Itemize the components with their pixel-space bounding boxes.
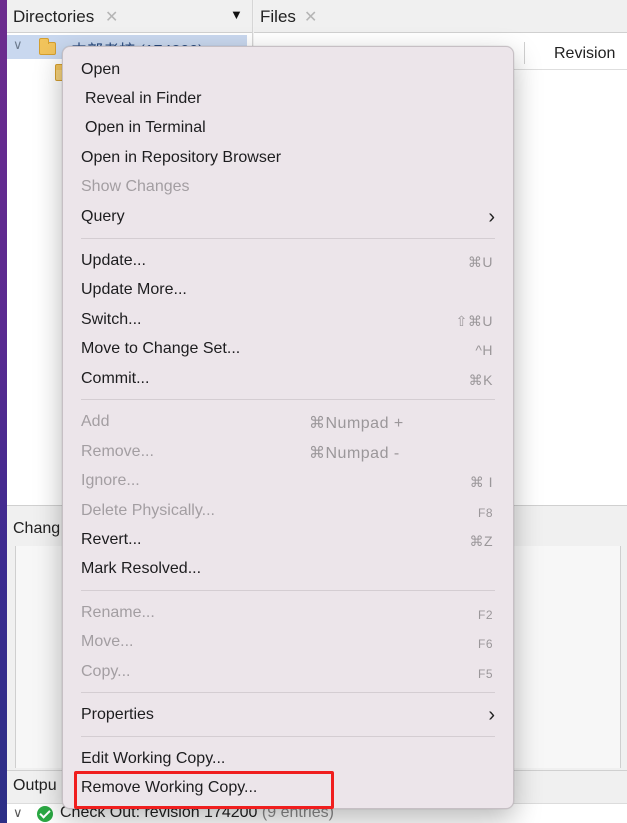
menu-item-label: Add [81, 413, 110, 430]
close-files-tab-icon[interactable]: ✕ [304, 7, 317, 27]
shortcut-label: ⌘U [467, 254, 493, 270]
menu-item-move: Move... F6 [63, 629, 513, 657]
shortcut-label: ⌘Numpad - [309, 445, 400, 462]
shortcut-label: F8 [477, 506, 493, 520]
menu-item-rename: Rename... F2 [63, 600, 513, 628]
menu-item-mark-resolved[interactable]: Mark Resolved... [63, 556, 513, 584]
menu-item-open-in-repository-browser[interactable]: Open in Repository Browser [63, 145, 513, 173]
menu-item-copy: Copy... F5 [63, 659, 513, 687]
shortcut-label: ⌘Numpad + [309, 415, 404, 432]
menu-item-switch[interactable]: Switch... ⇧⌘U [63, 307, 513, 335]
highlight-annotation-box [74, 771, 334, 809]
menu-item-edit-working-copy[interactable]: Edit Working Copy... [63, 746, 513, 774]
revision-column-header[interactable]: Revision [554, 45, 615, 63]
menu-separator [81, 692, 495, 693]
shortcut-label: F6 [477, 637, 493, 651]
menu-item-ignore: Ignore... ⌘ I [63, 468, 513, 496]
menu-item-label: Open [81, 61, 121, 78]
menu-item-show-changes: Show Changes [63, 174, 513, 202]
shortcut-label: ⌘Z [469, 533, 493, 549]
menu-item-move-to-change-set[interactable]: Move to Change Set... ^H [63, 336, 513, 364]
menu-item-update-more[interactable]: Update More... [63, 277, 513, 305]
menu-item-label: Edit Working Copy... [81, 750, 226, 767]
files-tab-title[interactable]: Files [260, 7, 296, 27]
shortcut-label: F2 [477, 608, 493, 622]
menu-item-open-in-terminal[interactable]: Open in Terminal [63, 115, 513, 143]
menu-item-label: Switch... [81, 311, 142, 328]
close-directories-tab-icon[interactable]: ✕ [105, 7, 118, 27]
output-panel-title: Outpu [13, 777, 57, 794]
menu-item-label: Properties [81, 706, 154, 723]
shortcut-label: F5 [477, 667, 493, 681]
menu-item-delete-physically: Delete Physically... F8 [63, 498, 513, 526]
menu-item-label: Reveal in Finder [85, 90, 202, 107]
menu-item-label: Revert... [81, 531, 142, 548]
menu-item-label: Copy... [81, 663, 131, 680]
success-check-icon [37, 806, 53, 822]
shortcut-label: ⌘ I [469, 474, 493, 490]
working-copy-folder-icon [39, 38, 56, 55]
menu-item-label: Show Changes [81, 178, 190, 195]
menu-item-label: Move... [81, 633, 134, 650]
submenu-arrow-icon: › [488, 704, 495, 726]
menu-item-update[interactable]: Update... ⌘U [63, 248, 513, 276]
directories-panel-header: Directories ✕ ▼ [7, 0, 252, 33]
menu-item-label: Mark Resolved... [81, 560, 202, 577]
menu-separator [81, 590, 495, 591]
menu-item-label: Remove... [81, 443, 154, 460]
menu-item-label: Rename... [81, 604, 155, 621]
menu-item-open[interactable]: Open [63, 57, 513, 85]
menu-item-label: Delete Physically... [81, 502, 215, 519]
shortcut-label: ^H [475, 342, 493, 358]
menu-item-label: Query [81, 208, 125, 225]
files-panel-header: Files ✕ [254, 0, 627, 33]
submenu-arrow-icon: › [488, 206, 495, 228]
menu-item-commit[interactable]: Commit... ⌘K [63, 366, 513, 394]
menu-item-label: Open in Terminal [85, 119, 206, 136]
directories-tab-title[interactable]: Directories [13, 7, 94, 27]
output-expand-chevron-icon[interactable]: ∨ [13, 805, 23, 821]
desktop-background-strip [0, 0, 7, 823]
column-separator[interactable] [524, 42, 525, 64]
menu-separator [81, 238, 495, 239]
menu-item-add: Add ⌘Numpad + [63, 409, 513, 437]
menu-item-remove: Remove... ⌘Numpad - [63, 439, 513, 467]
menu-item-query[interactable]: Query › [63, 204, 513, 232]
menu-item-reveal-in-finder[interactable]: Reveal in Finder [63, 86, 513, 114]
context-menu: Open Reveal in Finder Open in Terminal O… [62, 46, 514, 809]
menu-item-label: Update... [81, 252, 146, 269]
menu-separator [81, 399, 495, 400]
menu-item-label: Ignore... [81, 472, 140, 489]
menu-item-revert[interactable]: Revert... ⌘Z [63, 527, 513, 555]
tree-expand-chevron-icon[interactable]: ∨ [13, 37, 23, 53]
shortcut-label: ⌘K [468, 372, 493, 388]
menu-separator [81, 736, 495, 737]
changes-panel-title: Chang [13, 520, 61, 537]
shortcut-label: ⇧⌘U [455, 313, 493, 329]
directories-dropdown-icon[interactable]: ▼ [230, 7, 243, 22]
menu-item-label: Commit... [81, 370, 150, 387]
menu-item-label: Open in Repository Browser [81, 149, 282, 166]
menu-item-label: Update More... [81, 281, 187, 298]
menu-item-properties[interactable]: Properties › [63, 702, 513, 730]
menu-item-label: Move to Change Set... [81, 340, 241, 357]
